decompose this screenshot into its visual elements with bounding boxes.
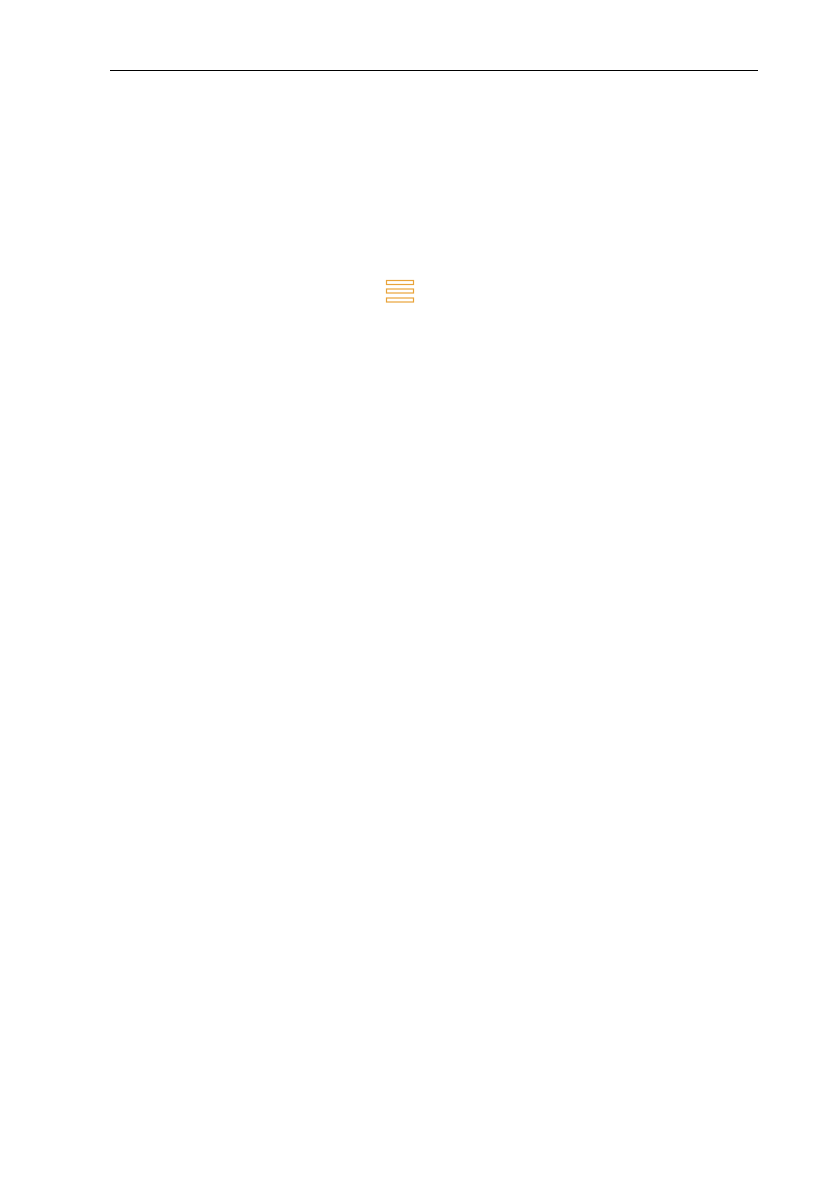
stack-bar-bottom [385,297,415,303]
header-rule [110,70,758,71]
stacked-bars-icon [385,279,415,303]
stack-bar-top [385,279,415,286]
document-page [0,0,839,1191]
stack-bar-middle [385,288,415,294]
